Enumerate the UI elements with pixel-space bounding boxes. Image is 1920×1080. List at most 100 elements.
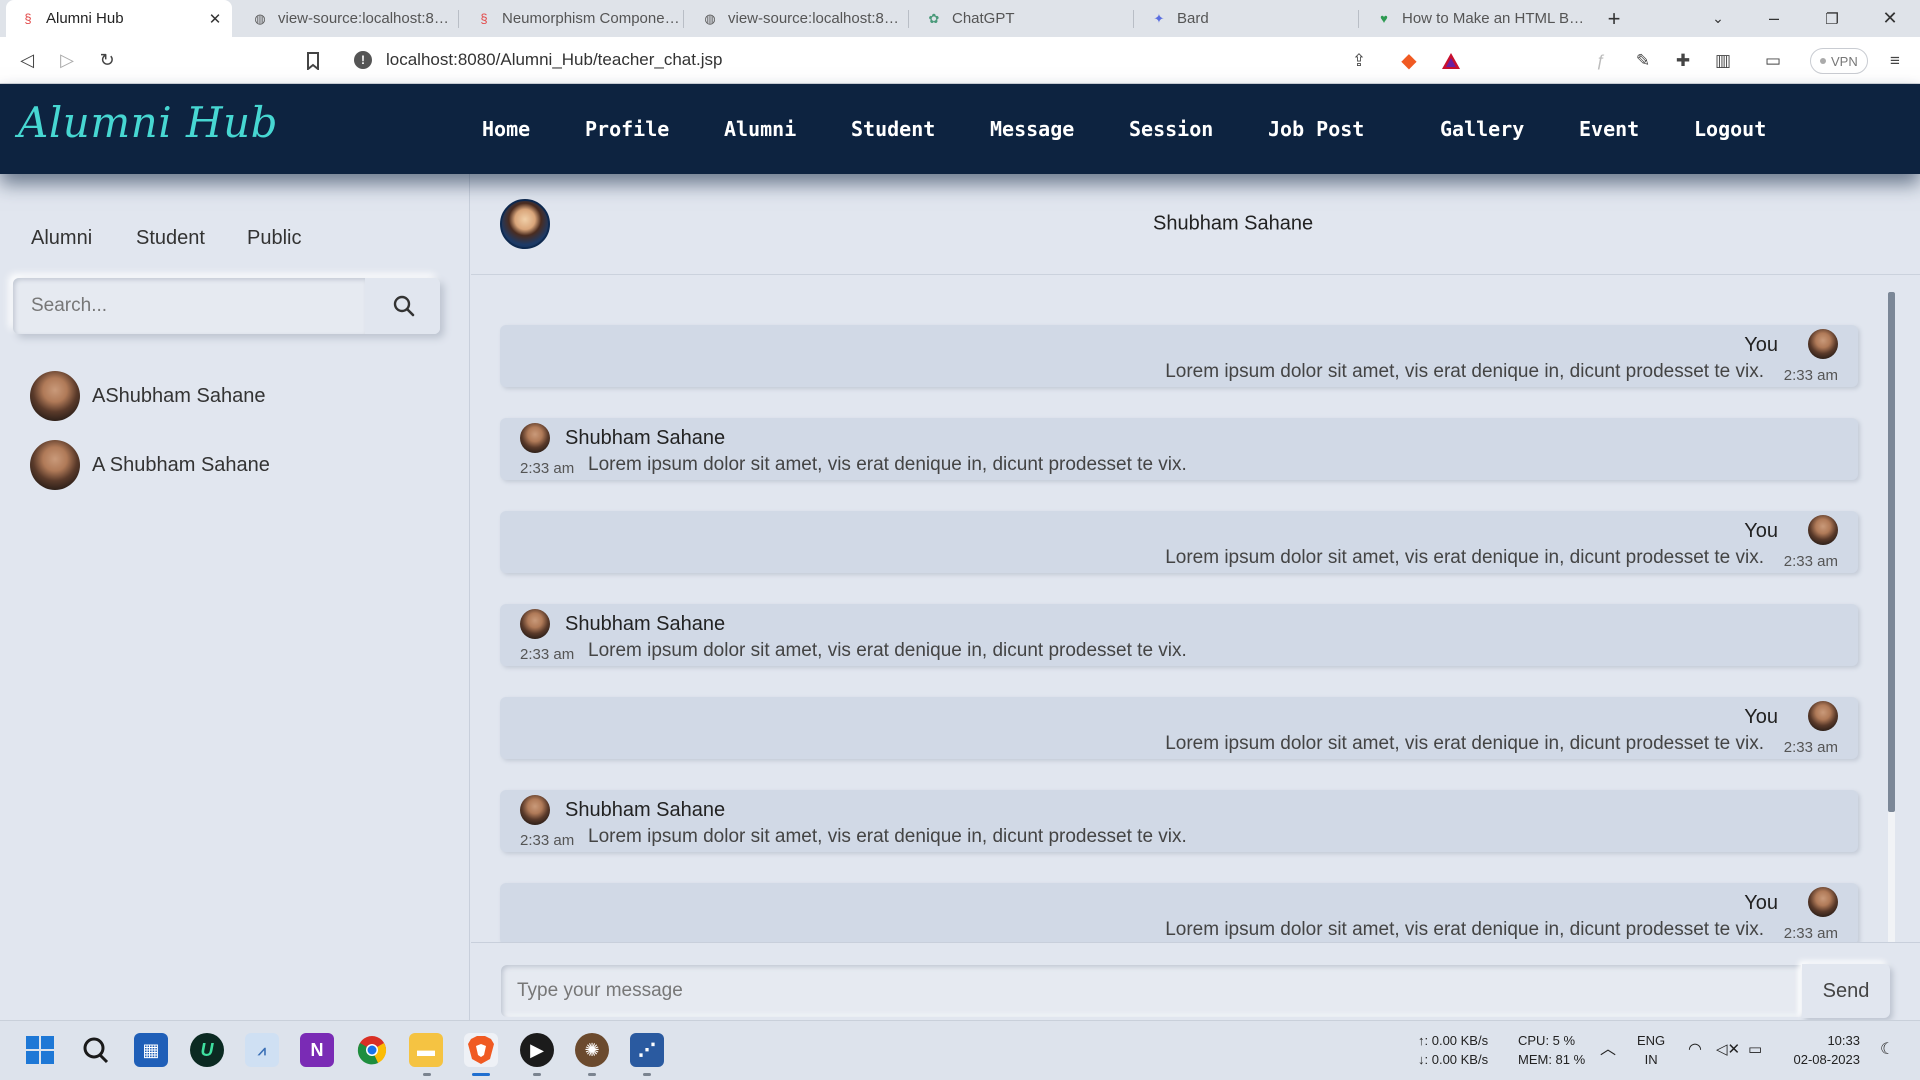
clock-time: 10:33 xyxy=(1827,1033,1860,1048)
clock[interactable]: 10:33 02-08-2023 xyxy=(1785,1031,1861,1069)
volume-muted-icon[interactable]: ◁✕ xyxy=(1716,1040,1740,1059)
bookmark-icon[interactable] xyxy=(296,37,330,84)
media-player-icon[interactable]: ▶ xyxy=(520,1033,554,1067)
chat-partner-avatar xyxy=(500,199,550,249)
cpu-usage: CPU: 5 % xyxy=(1518,1033,1576,1048)
upload-speed: ↑: 0.00 KB/s xyxy=(1418,1033,1489,1048)
monitor-icon[interactable]: ⩘ xyxy=(245,1033,279,1067)
browser-tab[interactable]: ◍ view-source:localhost:8080/ xyxy=(688,0,906,37)
browser-tab[interactable]: § Neumorphism Components xyxy=(462,0,680,37)
wifi-icon[interactable]: ◠ xyxy=(1688,1040,1702,1059)
message-input[interactable] xyxy=(501,965,1801,1017)
chevron-down-icon[interactable]: ⌄ xyxy=(1700,0,1736,37)
message-text: Lorem ipsum dolor sit amet, vis erat den… xyxy=(1165,733,1764,754)
nav-home[interactable]: Home xyxy=(482,84,530,174)
forward-icon[interactable]: ▷ xyxy=(50,37,84,84)
eyedropper-icon[interactable]: ✎ xyxy=(1628,37,1658,84)
search-button[interactable] xyxy=(368,278,440,334)
search-box xyxy=(13,278,440,334)
back-icon[interactable]: ◁ xyxy=(10,37,44,84)
tab-divider xyxy=(1358,10,1359,28)
site-info-icon[interactable]: ! xyxy=(354,51,372,69)
chevron-up-icon[interactable]: ︿ xyxy=(1600,1040,1616,1059)
brave-shield-icon[interactable]: ◆ xyxy=(1394,37,1424,84)
share-icon[interactable]: ⇪ xyxy=(1344,37,1374,84)
message-sender: You xyxy=(1744,520,1778,542)
message-scrollbar[interactable] xyxy=(1888,292,1895,944)
close-window-icon[interactable]: ✕ xyxy=(1872,0,1908,37)
contact-name: AShubham Sahane xyxy=(92,384,266,407)
brave-browser-icon[interactable] xyxy=(464,1033,498,1067)
message-time: 2:33 am xyxy=(520,832,575,849)
message-time: 2:33 am xyxy=(1783,739,1838,756)
onenote-icon[interactable]: N xyxy=(300,1033,334,1067)
vpn-status-icon xyxy=(1820,58,1826,64)
upwork-icon[interactable]: U xyxy=(190,1033,224,1067)
contact-item[interactable]: AShubham Sahane xyxy=(30,371,265,421)
chrome-icon[interactable] xyxy=(355,1033,389,1067)
tab-student[interactable]: Student xyxy=(136,227,205,250)
site-header: Alumni Hub Home Profile Alumni Student M… xyxy=(0,84,1920,174)
browser-tab[interactable]: ◍ view-source:localhost:8080/ xyxy=(238,0,456,37)
browser-tab[interactable]: ✿ ChatGPT xyxy=(912,0,1130,37)
reload-icon[interactable]: ↻ xyxy=(90,37,124,84)
browser-tab[interactable]: ✦ Bard xyxy=(1137,0,1355,37)
tab-public[interactable]: Public xyxy=(247,227,301,250)
tab-alumni[interactable]: Alumni xyxy=(31,227,92,250)
tab-divider xyxy=(1133,10,1134,28)
extension-icon[interactable]: ƒ xyxy=(1586,37,1616,84)
wallet-icon[interactable]: ▭ xyxy=(1758,37,1788,84)
store-icon[interactable]: ▦ xyxy=(134,1033,168,1067)
site-logo[interactable]: Alumni Hub xyxy=(18,98,278,147)
menu-icon[interactable]: ≡ xyxy=(1880,37,1910,84)
scrollbar-thumb[interactable] xyxy=(1888,292,1895,812)
contact-item[interactable]: A Shubham Sahane xyxy=(30,440,270,490)
nav-logout[interactable]: Logout xyxy=(1694,84,1766,174)
message-text: Lorem ipsum dolor sit amet, vis erat den… xyxy=(588,454,1187,475)
editor-icon[interactable]: ⋰ xyxy=(630,1033,664,1067)
tab-title: ChatGPT xyxy=(952,10,1015,27)
search-input[interactable] xyxy=(13,278,365,334)
vpn-button[interactable]: VPN xyxy=(1810,48,1868,74)
browser-tab-bar: § Alumni Hub ✕ ◍ view-source:localhost:8… xyxy=(0,0,1920,37)
chat-partner-name: Shubham Sahane xyxy=(1153,212,1314,235)
os-taskbar: ▦ U ⩘ N ▬ ▶ ✺ ⋰ ↑: 0.00 KB/s ↓: 0.00 KB/… xyxy=(0,1020,1920,1080)
file-explorer-icon[interactable]: ▬ xyxy=(409,1033,443,1067)
search-icon[interactable] xyxy=(79,1033,113,1067)
brave-rewards-icon[interactable] xyxy=(1436,37,1466,84)
restore-icon[interactable]: ❐ xyxy=(1814,0,1850,37)
browser-tab-alumni-hub[interactable]: § Alumni Hub ✕ xyxy=(6,0,232,37)
message-time: 2:33 am xyxy=(1783,553,1838,570)
battery-icon[interactable]: ▭ xyxy=(1748,1040,1762,1059)
nav-event[interactable]: Event xyxy=(1579,84,1639,174)
message-time: 2:33 am xyxy=(520,646,575,663)
region-code: IN xyxy=(1644,1052,1658,1067)
send-button[interactable]: Send xyxy=(1802,964,1890,1018)
new-tab-icon[interactable]: + xyxy=(1596,0,1632,37)
tab-title: Neumorphism Components xyxy=(502,10,680,27)
avatar xyxy=(1808,515,1838,545)
nav-message[interactable]: Message xyxy=(990,84,1074,174)
nav-alumni[interactable]: Alumni xyxy=(724,84,796,174)
url-field[interactable]: ! localhost:8080/Alumni_Hub/teacher_chat… xyxy=(344,43,1474,77)
notification-icon[interactable]: ☾ xyxy=(1880,1040,1894,1059)
avatar xyxy=(520,609,550,639)
nav-job-post[interactable]: Job Post xyxy=(1268,84,1364,174)
minimize-icon[interactable]: – xyxy=(1756,0,1792,37)
puzzle-icon[interactable]: ✚ xyxy=(1668,37,1698,84)
close-tab-icon[interactable]: ✕ xyxy=(204,10,226,28)
clock-date: 02-08-2023 xyxy=(1793,1052,1861,1067)
sidebar-icon[interactable]: ▥ xyxy=(1708,37,1738,84)
nav-gallery[interactable]: Gallery xyxy=(1440,84,1524,174)
nav-profile[interactable]: Profile xyxy=(585,84,669,174)
nav-student[interactable]: Student xyxy=(851,84,935,174)
message-time: 2:33 am xyxy=(1783,925,1838,942)
nav-session[interactable]: Session xyxy=(1129,84,1213,174)
url-text: localhost:8080/Alumni_Hub/teacher_chat.j… xyxy=(386,50,723,69)
message-sent: You Lorem ipsum dolor sit amet, vis erat… xyxy=(500,883,1858,942)
language-indicator[interactable]: ENG IN xyxy=(1637,1031,1665,1069)
avatar xyxy=(30,371,80,421)
browser-tab[interactable]: ♥ How to Make an HTML Button xyxy=(1362,0,1584,37)
app-icon[interactable]: ✺ xyxy=(575,1033,609,1067)
windows-start-icon[interactable] xyxy=(23,1033,57,1067)
